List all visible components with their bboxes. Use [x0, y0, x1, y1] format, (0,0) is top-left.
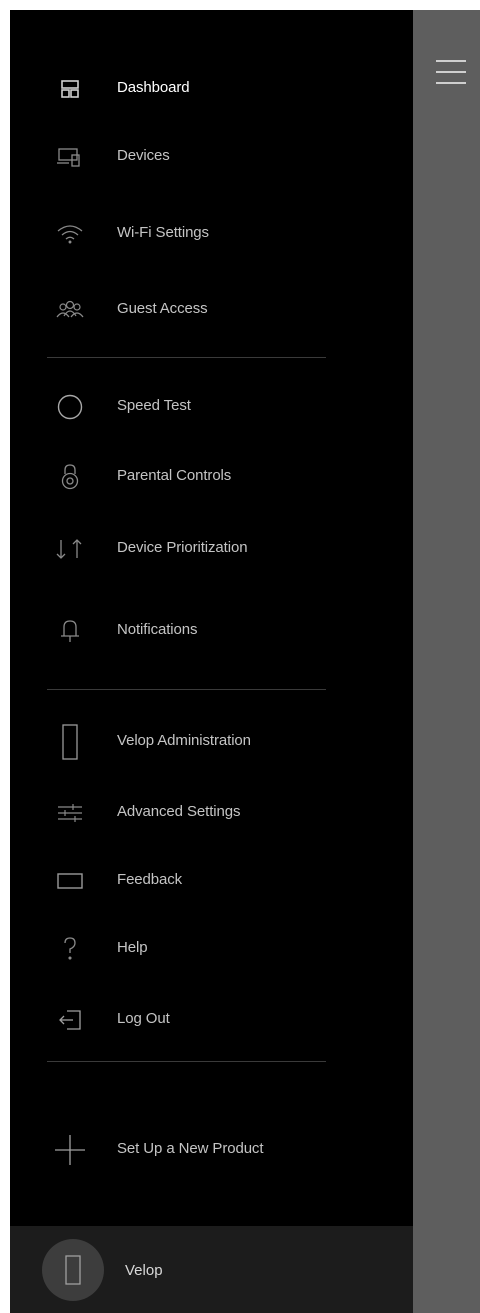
- menu-item-wifi-settings[interactable]: Wi-Fi Settings: [10, 212, 413, 256]
- menu-item-label: Speed Test: [117, 397, 191, 414]
- logout-icon: [52, 1006, 88, 1034]
- menu-item-velop-administration[interactable]: Velop Administration: [10, 720, 413, 764]
- menu-item-parental-controls[interactable]: Parental Controls: [10, 455, 413, 499]
- node-icon: [65, 1255, 81, 1285]
- menu-item-label: Notifications: [117, 621, 198, 638]
- wifi-icon: [52, 220, 88, 248]
- menu-item-label: Dashboard: [117, 79, 190, 96]
- dimmed-overlay[interactable]: [413, 10, 480, 1313]
- feedback-icon: [52, 867, 88, 895]
- network-name: Velop: [125, 1262, 163, 1279]
- menu-item-label: Wi-Fi Settings: [117, 224, 209, 241]
- menu-item-label: Help: [117, 939, 148, 956]
- dashboard-icon: [52, 75, 88, 103]
- question-icon: [52, 935, 88, 963]
- menu-item-devices[interactable]: Devices: [10, 135, 413, 179]
- menu-item-dashboard[interactable]: Dashboard: [10, 67, 413, 111]
- sliders-icon: [52, 799, 88, 827]
- priority-arrows-icon: [52, 535, 88, 563]
- network-footer[interactable]: Velop: [10, 1226, 413, 1313]
- menu-item-guest-access[interactable]: Guest Access: [10, 288, 413, 332]
- menu-item-label: Velop Administration: [117, 732, 251, 749]
- hamburger-icon[interactable]: [436, 58, 466, 92]
- menu-divider: [47, 1061, 326, 1062]
- menu-item-feedback[interactable]: Feedback: [10, 859, 413, 903]
- menu-item-label: Device Prioritization: [117, 539, 248, 556]
- menu-item-log-out[interactable]: Log Out: [10, 998, 413, 1042]
- menu-item-label: Guest Access: [117, 300, 208, 317]
- menu-item-notifications[interactable]: Notifications: [10, 609, 413, 653]
- menu-item-label: Parental Controls: [117, 467, 232, 484]
- menu-item-label: Set Up a New Product: [117, 1140, 264, 1157]
- plus-icon: [52, 1135, 88, 1165]
- avatar: [42, 1239, 104, 1301]
- lock-icon: [52, 463, 88, 491]
- menu-divider: [47, 357, 326, 358]
- menu-item-label: Feedback: [117, 871, 183, 888]
- menu-item-label: Devices: [117, 147, 170, 164]
- menu-item-help[interactable]: Help: [10, 927, 413, 971]
- menu-item-speed-test[interactable]: Speed Test: [10, 385, 413, 429]
- devices-icon: [52, 143, 88, 171]
- menu-divider: [47, 689, 326, 690]
- menu-item-label: Log Out: [117, 1010, 170, 1027]
- menu-item-set-up-new-product[interactable]: Set Up a New Product: [10, 1128, 413, 1172]
- bell-icon: [52, 617, 88, 645]
- navigation-drawer: [10, 10, 413, 1313]
- menu-item-label: Advanced Settings: [117, 803, 241, 820]
- menu-item-advanced-settings[interactable]: Advanced Settings: [10, 791, 413, 835]
- menu-item-device-prioritization[interactable]: Device Prioritization: [10, 527, 413, 571]
- node-icon: [52, 724, 88, 760]
- guest-access-icon: [52, 296, 88, 324]
- speed-test-icon: [52, 393, 88, 421]
